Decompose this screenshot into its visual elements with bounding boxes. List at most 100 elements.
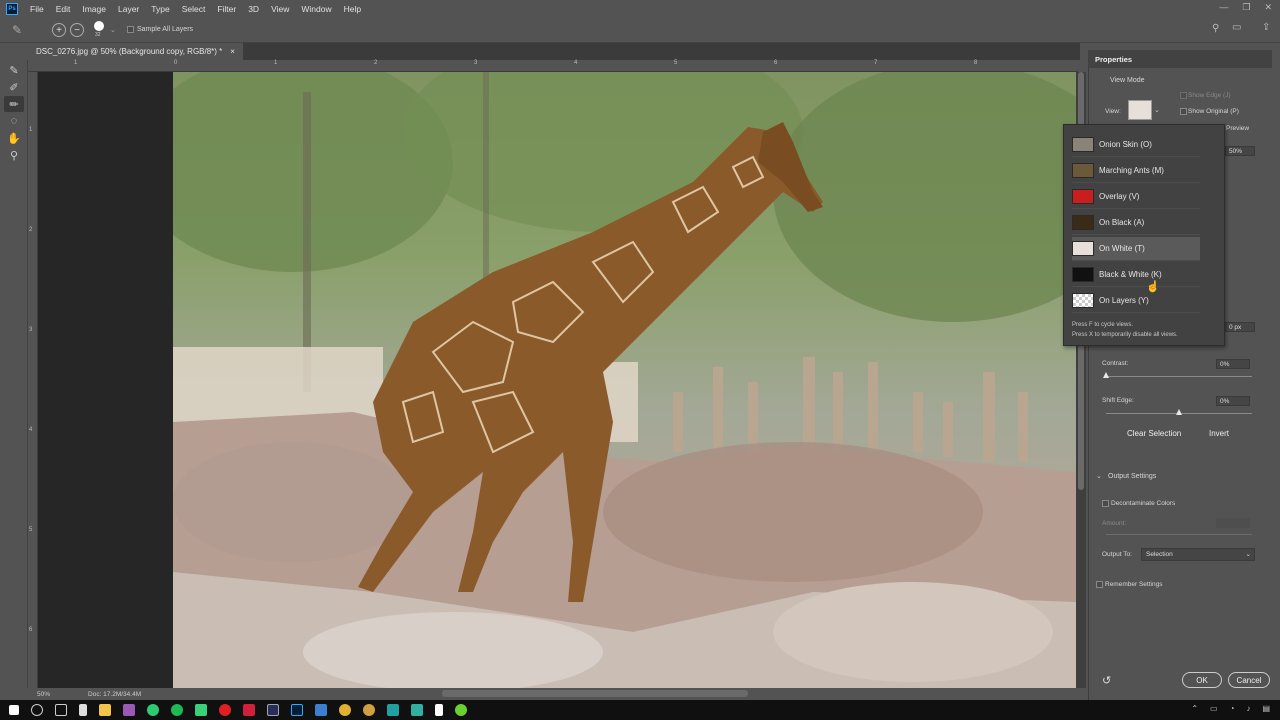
ruler-tick: 4	[574, 60, 578, 66]
app-icon[interactable]	[411, 704, 423, 716]
subtract-from-selection-icon[interactable]: −	[70, 23, 84, 37]
spotify-icon[interactable]	[171, 704, 183, 716]
menu-view[interactable]: View	[265, 4, 295, 14]
reset-icon[interactable]: ↺	[1102, 674, 1111, 687]
preview-label[interactable]: Preview	[1226, 125, 1249, 132]
giraffe-photo	[173, 72, 1076, 688]
remember-settings-checkbox[interactable]	[1096, 581, 1103, 588]
view-option-label: Marching Ants (M)	[1099, 166, 1164, 175]
menu-type[interactable]: Type	[145, 4, 175, 14]
battery-icon[interactable]: ▭	[1210, 704, 1218, 713]
zoom-level[interactable]: 50%	[37, 691, 50, 698]
contrast-field[interactable]: 0%	[1216, 359, 1250, 369]
menu-edit[interactable]: Edit	[50, 4, 77, 14]
menu-image[interactable]: Image	[76, 4, 112, 14]
shift-edge-slider-thumb[interactable]	[1176, 409, 1182, 415]
menu-select[interactable]: Select	[176, 4, 212, 14]
lightroom-icon[interactable]	[267, 704, 279, 716]
remember-settings-label: Remember Settings	[1105, 581, 1163, 588]
menu-help[interactable]: Help	[338, 4, 367, 14]
app-icon[interactable]	[363, 704, 375, 716]
shift-edge-field[interactable]: 0%	[1216, 396, 1250, 406]
volume-icon[interactable]: ♪	[1246, 704, 1250, 713]
task-view-icon[interactable]	[55, 704, 67, 716]
workspace-icon[interactable]: ▭	[1232, 22, 1241, 33]
search-icon[interactable]	[31, 704, 43, 716]
clear-selection-button[interactable]: Clear Selection	[1120, 427, 1188, 440]
notification-icon[interactable]: ▤	[1262, 704, 1270, 713]
contrast-slider-track[interactable]	[1106, 376, 1252, 377]
share-icon[interactable]: ⇪	[1262, 22, 1270, 33]
ok-button[interactable]: OK	[1182, 672, 1222, 688]
view-option-black-white[interactable]: Black & White (K)	[1072, 263, 1200, 287]
calculator-icon[interactable]	[79, 704, 87, 716]
chevron-down-icon[interactable]: ⌄	[1154, 106, 1160, 114]
app-icon[interactable]	[243, 704, 255, 716]
app-icon[interactable]	[435, 704, 443, 716]
ruler-tick: 0	[174, 60, 178, 66]
photoshop-icon[interactable]	[291, 704, 303, 716]
view-option-on-white[interactable]: On White (T)	[1072, 237, 1200, 261]
sample-all-layers-checkbox[interactable]	[127, 26, 134, 33]
view-option-overlay[interactable]: Overlay (V)	[1072, 185, 1200, 209]
radius-field[interactable]: 0 px	[1225, 322, 1255, 332]
document-image[interactable]	[173, 72, 1076, 688]
file-explorer-icon[interactable]	[99, 704, 111, 716]
view-mode-thumbnail[interactable]	[1128, 100, 1152, 120]
brush-tool-icon[interactable]: ✏	[4, 96, 24, 112]
view-option-label: Overlay (V)	[1099, 192, 1140, 201]
show-original-checkbox[interactable]	[1180, 108, 1187, 115]
cancel-button[interactable]: Cancel	[1228, 672, 1270, 688]
brush-preview-icon[interactable]	[94, 21, 104, 31]
windows-start-icon[interactable]	[9, 705, 19, 715]
output-settings-label[interactable]: Output Settings	[1108, 473, 1156, 480]
amount-slider-track	[1106, 534, 1252, 535]
output-to-select[interactable]: Selection ⌄	[1141, 548, 1255, 561]
zoom-tool-icon[interactable]: ⚲	[4, 147, 24, 163]
network-icon[interactable]: ◔	[1230, 704, 1235, 713]
app-icon[interactable]	[123, 704, 135, 716]
chrome-icon[interactable]	[147, 704, 159, 716]
menu-filter[interactable]: Filter	[211, 4, 242, 14]
refine-edge-brush-icon[interactable]: ✐	[4, 79, 24, 95]
app-icon[interactable]	[195, 704, 207, 716]
menu-window[interactable]: Window	[295, 4, 337, 14]
opera-icon[interactable]	[219, 704, 231, 716]
brush-tool-icon[interactable]: ✎	[12, 23, 22, 37]
photoshop-logo-icon[interactable]: Ps	[6, 2, 18, 15]
view-option-on-black[interactable]: On Black (A)	[1072, 211, 1200, 235]
search-icon[interactable]: ⚲	[1212, 23, 1219, 34]
app-icon[interactable]	[315, 704, 327, 716]
menu-file[interactable]: File	[24, 4, 50, 14]
chevron-up-icon[interactable]: ⌃	[1191, 704, 1198, 713]
view-option-on-layers[interactable]: On Layers (Y)	[1072, 289, 1200, 313]
view-option-label: On White (T)	[1099, 244, 1145, 253]
lasso-tool-icon[interactable]: ◌	[4, 113, 24, 129]
show-edge-checkbox[interactable]	[1180, 92, 1187, 99]
contrast-slider-thumb[interactable]	[1103, 372, 1109, 378]
app-icon[interactable]	[339, 704, 351, 716]
view-option-onion-skin[interactable]: Onion Skin (O)	[1072, 133, 1200, 157]
chevron-down-icon[interactable]: ⌄	[1096, 472, 1102, 480]
opacity-field[interactable]: 50%	[1225, 146, 1255, 156]
ruler-tick: 5	[29, 527, 33, 533]
view-option-marching-ants[interactable]: Marching Ants (M)	[1072, 159, 1200, 183]
document-tab[interactable]: DSC_0276.jpg @ 50% (Background copy, RGB…	[28, 43, 243, 60]
minimize-icon[interactable]: —	[1219, 2, 1228, 13]
chevron-down-icon[interactable]: ⌄	[110, 26, 116, 34]
decontaminate-checkbox[interactable]	[1102, 500, 1109, 507]
menu-layer[interactable]: Layer	[112, 4, 145, 14]
tools-panel: ✎ ✐ ✏ ◌ ✋ ⚲	[0, 60, 28, 688]
close-window-icon[interactable]: ✕	[1264, 2, 1272, 13]
quick-selection-tool-icon[interactable]: ✎	[4, 62, 24, 78]
app-icon[interactable]	[455, 704, 467, 716]
invert-button[interactable]: Invert	[1202, 427, 1236, 440]
restore-icon[interactable]: ❐	[1242, 2, 1250, 13]
close-tab-icon[interactable]: ×	[230, 47, 235, 56]
add-to-selection-icon[interactable]: +	[52, 23, 66, 37]
menu-3d[interactable]: 3D	[242, 4, 265, 14]
app-icon[interactable]	[387, 704, 399, 716]
doc-size[interactable]: Doc: 17.2M/34.4M	[88, 691, 141, 698]
horizontal-scrollbar-thumb[interactable]	[442, 690, 748, 697]
hand-tool-icon[interactable]: ✋	[4, 130, 24, 146]
